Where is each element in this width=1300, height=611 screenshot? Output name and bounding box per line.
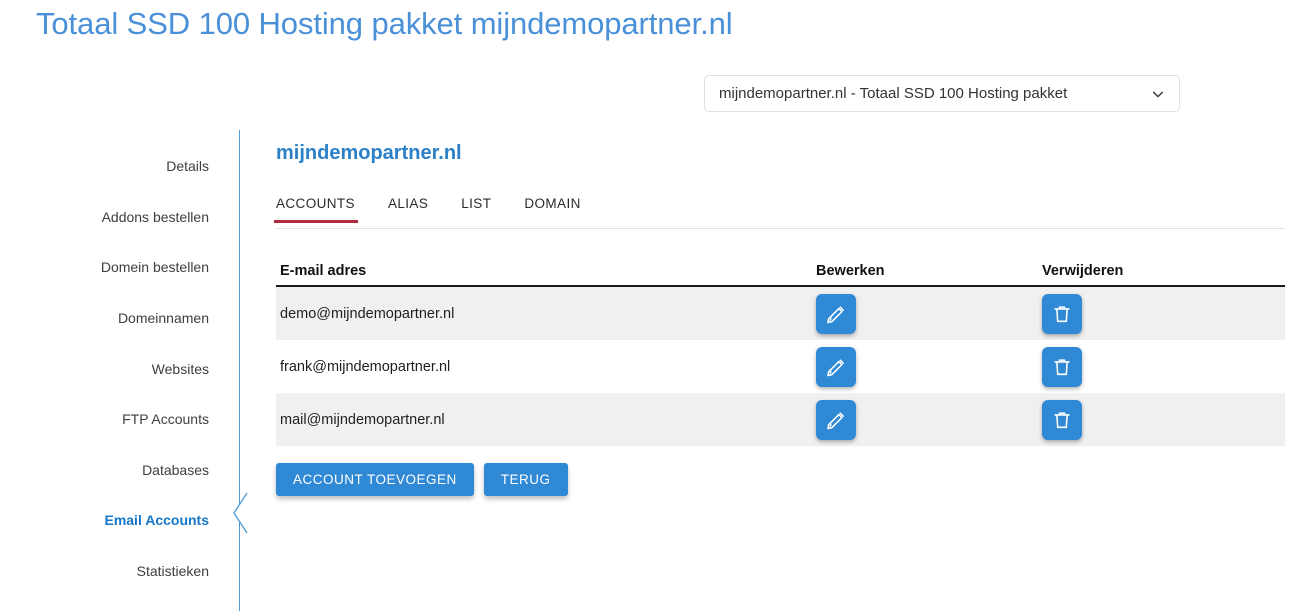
cell-edit <box>816 346 1042 387</box>
tab-alias[interactable]: ALIAS <box>388 196 428 222</box>
trash-icon <box>1054 305 1070 322</box>
column-header-delete: Verwijderen <box>1042 263 1124 279</box>
add-account-button[interactable]: ACCOUNT TOEVOEGEN <box>276 463 474 496</box>
table-row: frank@mijndemopartner.nl <box>276 340 1285 393</box>
tab-bar: ACCOUNTS ALIAS LIST DOMAIN <box>274 196 1285 229</box>
edit-account-button[interactable] <box>816 346 856 387</box>
cell-email: mail@mijndemopartner.nl <box>280 411 445 428</box>
sidebar-item-ftp-accounts[interactable]: FTP Accounts <box>9 411 209 427</box>
sidebar-item-domeinnamen[interactable]: Domeinnamen <box>9 310 209 326</box>
sidebar-item-details[interactable]: Details <box>9 158 209 174</box>
package-select-value: mijndemopartner.nl - Totaal SSD 100 Host… <box>719 85 1068 102</box>
cell-email: frank@mijndemopartner.nl <box>280 358 451 375</box>
sidebar-item-statistieken[interactable]: Statistieken <box>9 563 209 579</box>
sidebar-item-addons-bestellen[interactable]: Addons bestellen <box>9 209 209 225</box>
tab-accounts[interactable]: ACCOUNTS <box>274 196 358 223</box>
sidebar: Details Addons bestellen Domein bestelle… <box>0 130 239 611</box>
table-row: mail@mijndemopartner.nl <box>276 393 1285 446</box>
pencil-icon <box>827 305 845 323</box>
domain-heading: mijndemopartner.nl <box>276 142 462 164</box>
trash-icon <box>1054 358 1070 375</box>
sidebar-item-domein-bestellen[interactable]: Domein bestellen <box>9 259 209 275</box>
content-panel: mijndemopartner.nl ACCOUNTS ALIAS LIST D… <box>239 130 1300 611</box>
tab-domain[interactable]: DOMAIN <box>524 196 580 222</box>
edit-account-button[interactable] <box>816 399 856 440</box>
page-title: Totaal SSD 100 Hosting pakket mijndemopa… <box>36 6 733 41</box>
sidebar-item-email-accounts[interactable]: Email Accounts <box>9 512 209 528</box>
pencil-icon <box>827 411 845 429</box>
delete-account-button[interactable] <box>1042 293 1082 334</box>
edit-account-button[interactable] <box>816 293 856 334</box>
cell-delete <box>1042 346 1285 387</box>
column-header-edit: Bewerken <box>816 263 885 279</box>
cell-delete <box>1042 293 1285 334</box>
action-buttons: ACCOUNT TOEVOEGEN TERUG <box>276 463 568 496</box>
table-header-row: E-mail adres Bewerken Verwijderen <box>276 247 1285 287</box>
chevron-down-icon <box>1152 91 1164 97</box>
back-button[interactable]: TERUG <box>483 463 568 496</box>
sidebar-item-websites[interactable]: Websites <box>9 361 209 377</box>
cell-edit <box>816 399 1042 440</box>
cell-edit <box>816 293 1042 334</box>
delete-account-button[interactable] <box>1042 399 1082 440</box>
table-row: demo@mijndemopartner.nl <box>276 287 1285 340</box>
trash-icon <box>1054 411 1070 428</box>
tab-list[interactable]: LIST <box>461 196 491 222</box>
cell-email: demo@mijndemopartner.nl <box>280 305 455 322</box>
delete-account-button[interactable] <box>1042 346 1082 387</box>
package-select[interactable]: mijndemopartner.nl - Totaal SSD 100 Host… <box>704 75 1180 112</box>
column-header-email: E-mail adres <box>280 263 367 279</box>
email-accounts-table: E-mail adres Bewerken Verwijderen demo@m… <box>276 247 1285 446</box>
sidebar-item-databases[interactable]: Databases <box>9 462 209 478</box>
pencil-icon <box>827 358 845 376</box>
cell-delete <box>1042 399 1285 440</box>
page-root: Totaal SSD 100 Hosting pakket mijndemopa… <box>0 0 1300 611</box>
